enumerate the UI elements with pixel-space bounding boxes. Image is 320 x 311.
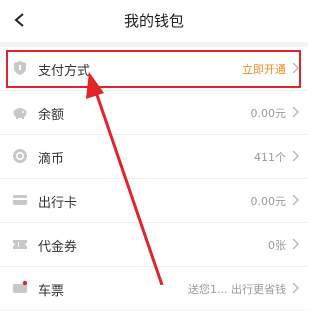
chevron-right-icon bbox=[292, 150, 300, 162]
row-label: 余额 bbox=[38, 108, 65, 123]
row-label: 车票 bbox=[38, 284, 65, 299]
chevron-right-icon bbox=[292, 62, 300, 74]
row-value: 送您1... 出行更省钱 bbox=[188, 283, 286, 296]
shield-icon bbox=[14, 61, 26, 75]
row-tickets[interactable]: 车票 送您1... 出行更省钱 bbox=[0, 267, 308, 311]
piggy-bank-icon bbox=[13, 108, 27, 119]
row-label: 出行卡 bbox=[38, 196, 78, 211]
row-travel-card[interactable]: 出行卡 0.00元 bbox=[0, 179, 308, 223]
chevron-right-icon bbox=[292, 194, 300, 206]
row-payment-method[interactable]: 支付方式 立即开通 bbox=[0, 47, 308, 91]
row-value: 0.00元 bbox=[250, 195, 287, 208]
chevron-right-icon bbox=[292, 106, 300, 118]
chevron-right-icon bbox=[292, 238, 300, 250]
row-vouchers[interactable]: 代金券 0张 bbox=[0, 223, 308, 267]
row-value: 0.00元 bbox=[250, 107, 287, 120]
voucher-icon bbox=[13, 240, 27, 249]
row-label: 代金券 bbox=[38, 240, 78, 255]
activate-now-link[interactable]: 立即开通 bbox=[242, 61, 286, 77]
row-balance[interactable]: 余额 0.00元 bbox=[0, 91, 308, 135]
row-label: 滴币 bbox=[38, 152, 65, 167]
coin-icon bbox=[13, 149, 27, 163]
page-title: 我的钱包 bbox=[123, 12, 184, 30]
wallet-list: 支付方式 立即开通 余额 0.00元 滴币 411个 出行卡 0.00元 代金券… bbox=[0, 47, 308, 311]
row-value: 0张 bbox=[268, 239, 286, 252]
row-label: 支付方式 bbox=[38, 64, 91, 79]
header: 我的钱包 bbox=[0, 0, 308, 42]
row-didi-coins[interactable]: 滴币 411个 bbox=[0, 135, 308, 179]
card-icon bbox=[13, 195, 27, 205]
chevron-right-icon bbox=[292, 282, 300, 294]
row-value: 411个 bbox=[254, 151, 286, 164]
ticket-icon bbox=[13, 280, 28, 293]
